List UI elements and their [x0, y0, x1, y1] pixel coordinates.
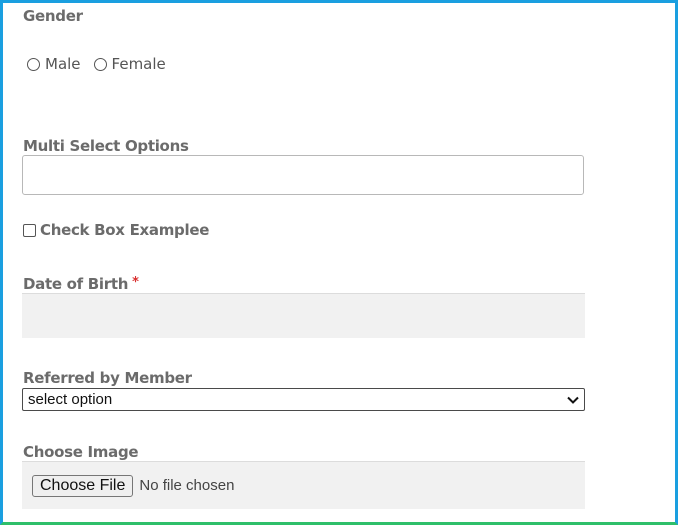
multi-select-label: Multi Select Options — [23, 137, 189, 155]
referred-by-select[interactable]: select option — [22, 388, 585, 411]
checkbox-label[interactable]: Check Box Examplee — [40, 221, 209, 239]
form-frame: Gender Male Female Multi Select Options … — [0, 0, 678, 525]
radio-male[interactable] — [27, 57, 40, 71]
radio-female-label[interactable]: Female — [112, 55, 166, 73]
dob-input[interactable] — [22, 293, 585, 338]
dob-label-text: Date of Birth — [23, 275, 129, 293]
checkbox-row: Check Box Examplee — [23, 221, 209, 239]
gender-label: Gender — [23, 7, 83, 25]
chevron-down-icon — [567, 393, 579, 407]
dob-label: Date of Birth * — [23, 275, 139, 293]
gender-radio-group: Male Female — [27, 55, 179, 73]
choose-file-button[interactable]: Choose File — [32, 474, 134, 497]
choose-image-label: Choose Image — [23, 443, 139, 461]
file-input-container: Choose File No file chosen — [22, 461, 585, 509]
referred-by-selected-value: select option — [28, 391, 113, 408]
radio-female[interactable] — [93, 57, 107, 71]
file-status-text: No file chosen — [139, 477, 235, 494]
radio-male-label[interactable]: Male — [45, 55, 81, 73]
multi-select-input[interactable] — [22, 155, 584, 195]
required-marker: * — [132, 275, 139, 290]
example-checkbox[interactable] — [23, 223, 36, 237]
referred-by-label: Referred by Member — [23, 369, 192, 387]
